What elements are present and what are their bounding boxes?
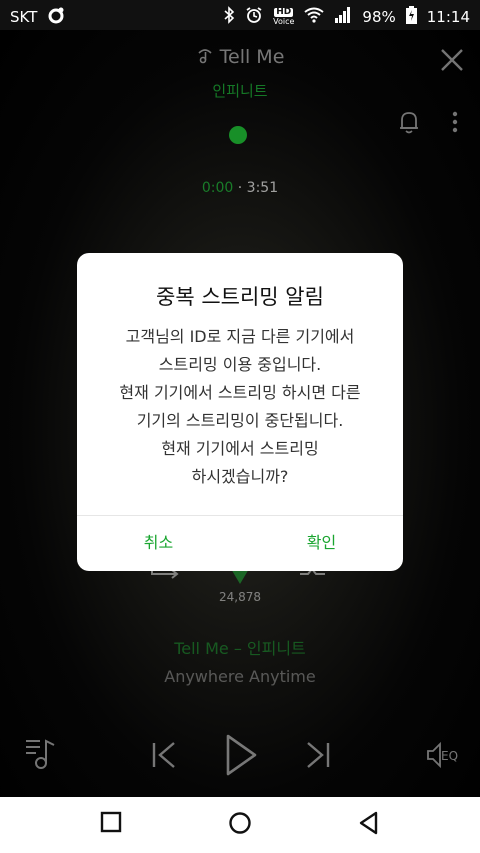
kebab-icon: [452, 111, 458, 133]
equalizer-button[interactable]: EQ: [426, 741, 458, 773]
bell-icon: [400, 112, 418, 134]
like-count: 24,878: [219, 590, 261, 604]
more-options-button[interactable]: [452, 110, 458, 134]
eq-label: EQ: [441, 749, 459, 763]
back-icon: [359, 811, 378, 835]
dialog-message-line: 기기의 스트리밍이 중단됩니다.: [136, 411, 344, 430]
time-separator: ·: [237, 180, 243, 196]
battery-percent: 98%: [362, 8, 396, 26]
next-icon: [307, 742, 330, 768]
cancel-button[interactable]: 취소: [77, 515, 240, 571]
system-navigation-bar: [0, 797, 480, 853]
playlist-button[interactable]: [24, 735, 60, 775]
time-total: 3:51: [246, 180, 279, 196]
hd-voice-icon: HD Voice: [273, 7, 295, 27]
recents-button[interactable]: [100, 811, 122, 837]
dialog-message-line: 스트리밍 이용 중입니다.: [158, 355, 322, 374]
time-current: 0:00: [201, 180, 234, 196]
playback-controls: EQ: [0, 733, 480, 783]
close-button[interactable]: [438, 46, 466, 74]
playlist-icon: [26, 739, 55, 769]
alarm-icon: [245, 6, 263, 28]
playback-time: 0:00 · 3:51: [0, 180, 480, 196]
wifi-icon: [304, 7, 325, 27]
bluetooth-icon: [223, 6, 235, 28]
album-line: Anywhere Anytime: [164, 667, 316, 686]
track-title: Tell Me: [219, 46, 285, 68]
speaker-icon: [427, 741, 441, 769]
carrier-label: SKT: [10, 8, 38, 26]
voice-label: Voice: [273, 17, 295, 26]
signal-icon: [334, 7, 352, 27]
play-icon: [226, 734, 257, 776]
status-bar: SKT HD Voice 98% 11:14: [0, 0, 480, 30]
dialog-message-line: 현재 기기에서 스트리밍: [161, 439, 319, 458]
home-icon: [229, 812, 251, 834]
play-button[interactable]: [224, 733, 258, 781]
now-playing-title: Tell Me: [0, 46, 480, 68]
dialog-message: 고객님의 ID로 지금 다른 기기에서 스트리밍 이용 중입니다. 현재 기기에…: [87, 323, 393, 491]
app-notification-icon: [47, 6, 65, 28]
recents-icon: [100, 811, 122, 833]
dialog-message-line: 하시겠습니까?: [191, 467, 289, 486]
notification-bell-button[interactable]: [398, 110, 420, 134]
home-button[interactable]: [228, 811, 252, 839]
song-line: Tell Me – 인피니트: [174, 639, 306, 658]
clock: 11:14: [426, 8, 470, 26]
close-icon: [441, 49, 463, 71]
dialog-message-line: 현재 기기에서 스트리밍 하시면 다른: [119, 383, 361, 402]
music-note-icon: [196, 46, 220, 68]
previous-button[interactable]: [152, 741, 176, 773]
duplicate-streaming-dialog: 중복 스트리밍 알림 고객님의 ID로 지금 다른 기기에서 스트리밍 이용 중…: [77, 253, 403, 571]
track-artist[interactable]: 인피니트: [0, 80, 480, 101]
dialog-title: 중복 스트리밍 알림: [156, 285, 324, 309]
previous-icon: [152, 742, 175, 768]
battery-charging-icon: [405, 6, 417, 28]
hd-label: HD: [274, 7, 294, 17]
progress-indicator[interactable]: [229, 126, 247, 144]
confirm-button[interactable]: 확인: [240, 515, 403, 571]
back-button[interactable]: [358, 811, 380, 839]
dialog-message-line: 고객님의 ID로 지금 다른 기기에서: [125, 327, 355, 346]
next-button[interactable]: [306, 741, 330, 773]
